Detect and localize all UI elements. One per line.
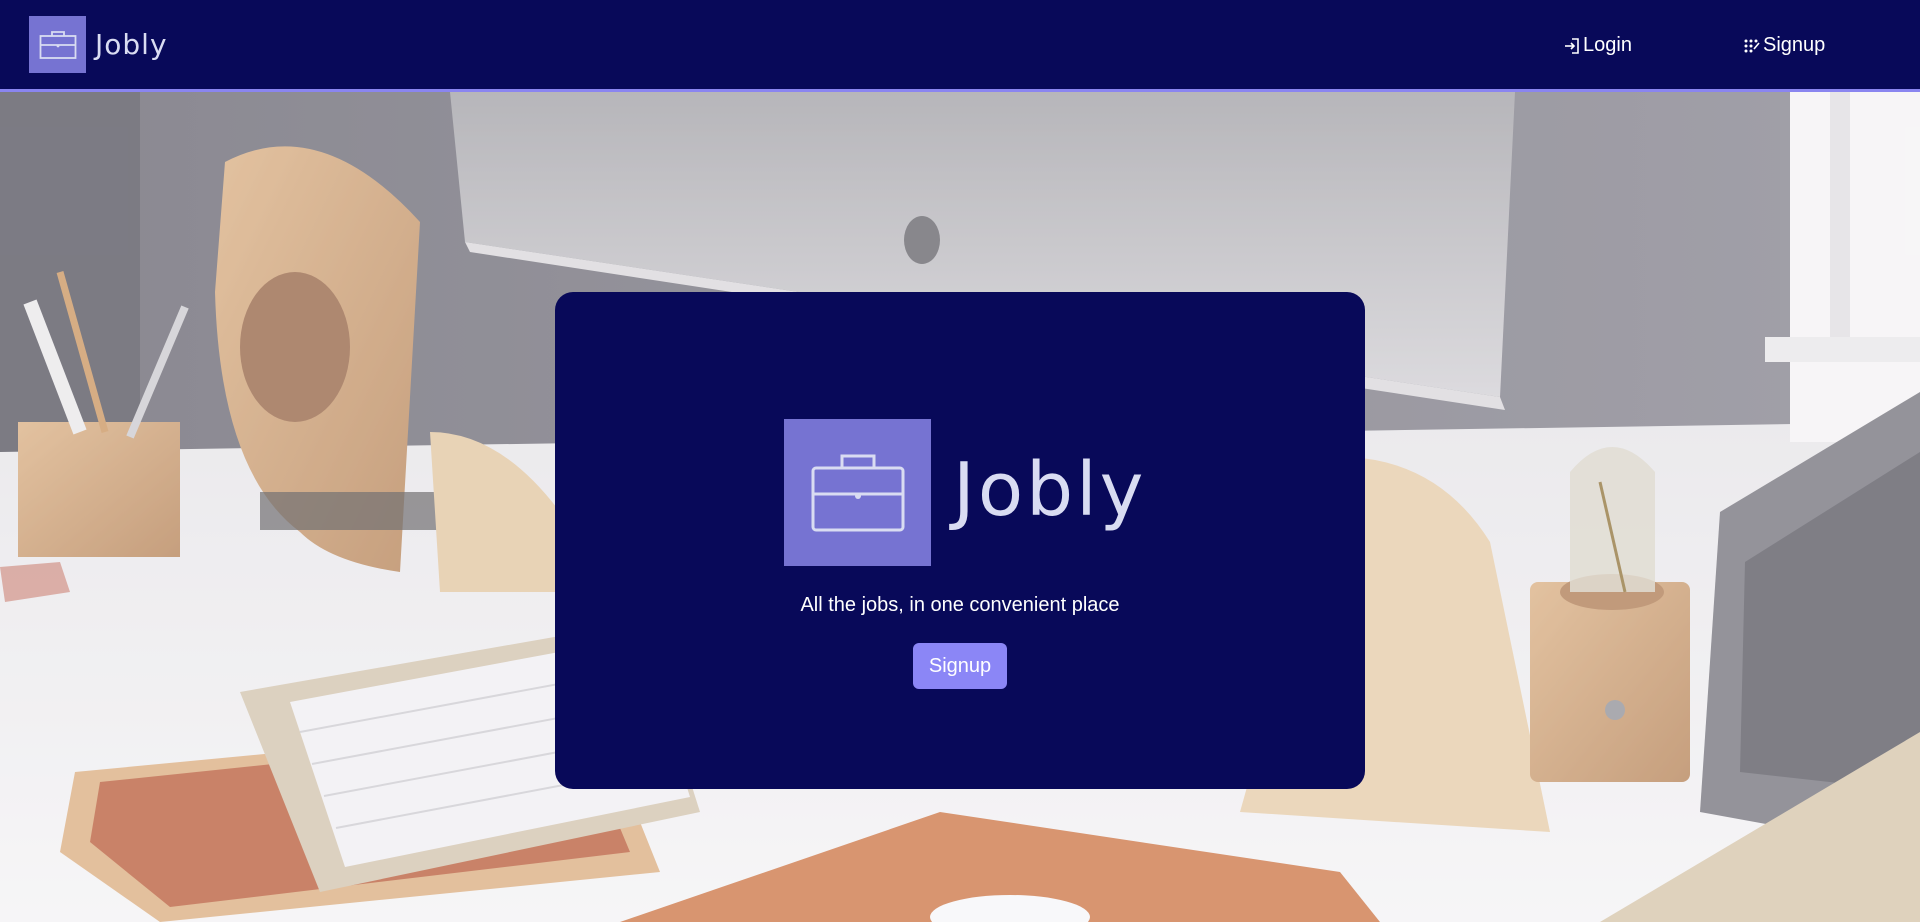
hero-card: Jobly All the jobs, in one convenient pl… <box>555 292 1365 789</box>
login-link[interactable]: Login <box>1563 34 1632 57</box>
dotted-grid-icon <box>1743 37 1761 55</box>
briefcase-icon <box>784 419 931 566</box>
hero-title: Jobly <box>953 446 1147 533</box>
hero-logo-row: Jobly <box>784 419 1146 566</box>
login-label: Login <box>1583 34 1632 56</box>
signup-label: Signup <box>1763 34 1826 56</box>
brand-name: Jobly <box>95 28 168 61</box>
login-arrow-icon <box>1563 37 1581 55</box>
top-navbar: Jobly Login Signup <box>0 0 1920 92</box>
signup-link[interactable]: Signup <box>1743 34 1825 57</box>
hero-signup-button[interactable]: Signup <box>913 643 1007 689</box>
briefcase-icon <box>29 16 86 73</box>
hero-tagline: All the jobs, in one convenient place <box>800 594 1120 616</box>
brand-home-link[interactable]: Jobly <box>29 16 168 73</box>
